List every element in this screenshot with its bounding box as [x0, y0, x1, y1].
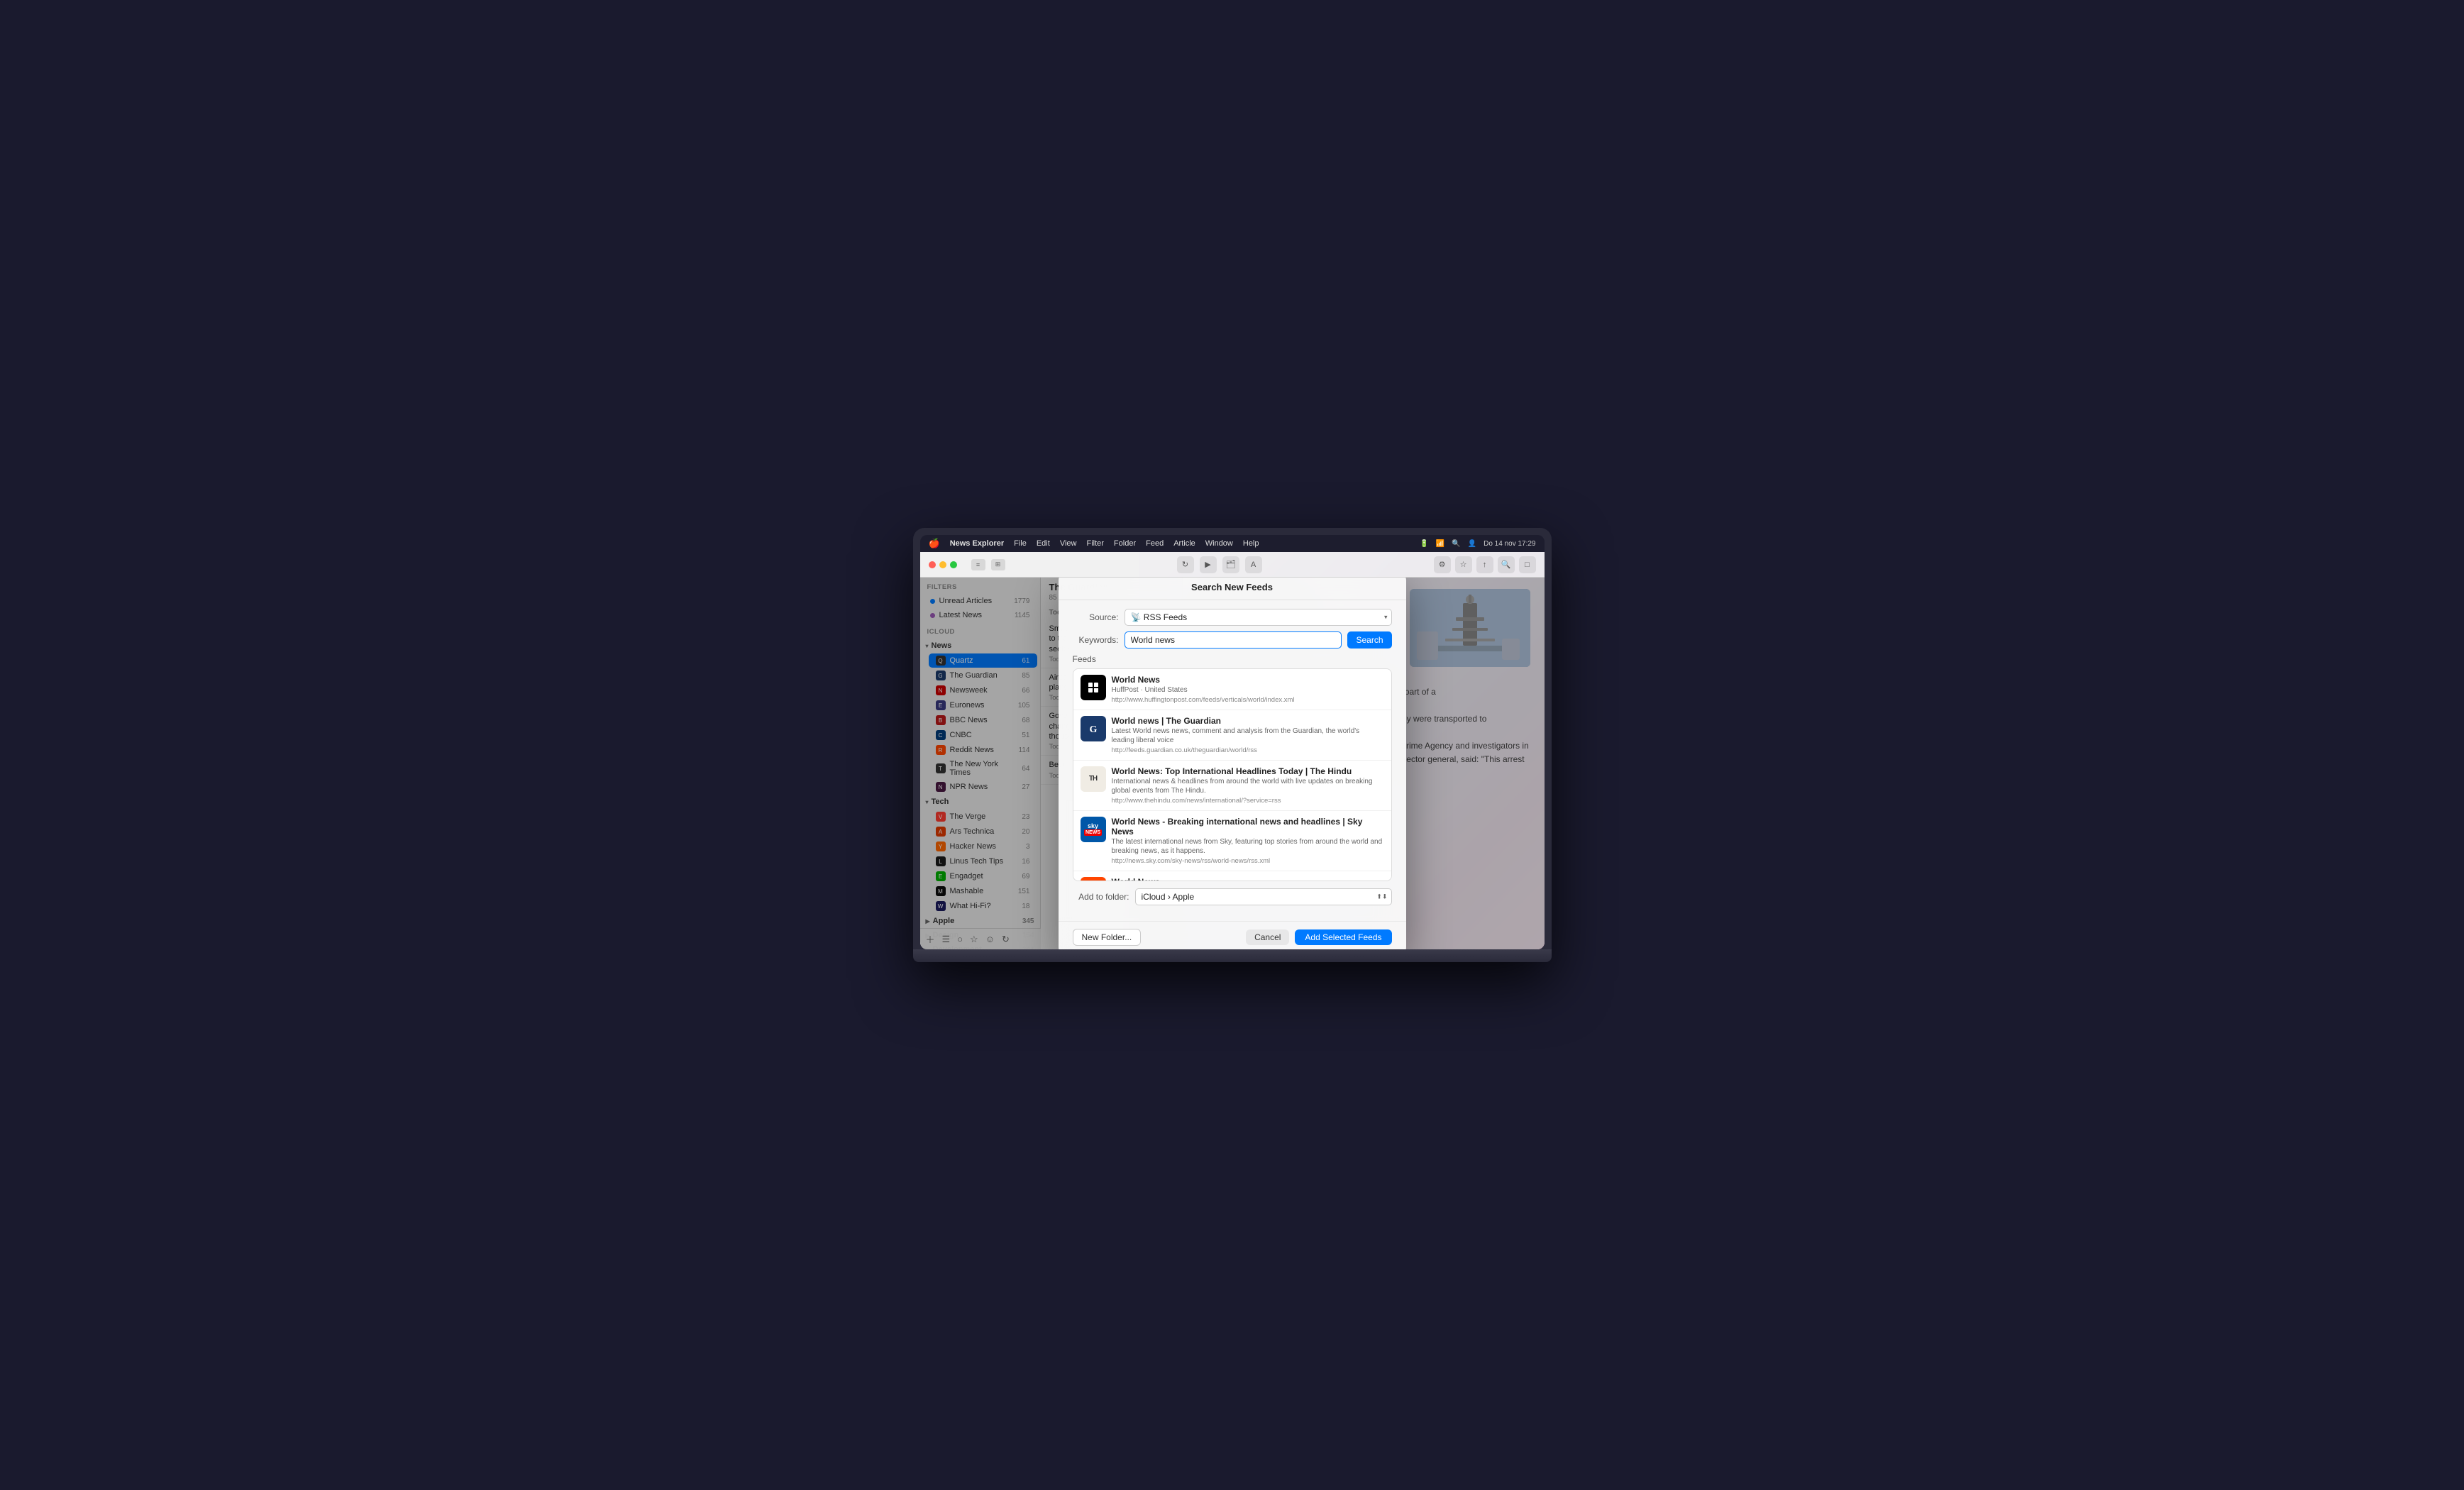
- laptop-shell: 🍎 News Explorer File Edit View Filter Fo…: [913, 528, 1552, 962]
- datetime-display: Do 14 nov 17:29: [1484, 540, 1535, 548]
- sidebar-toggle[interactable]: ≡: [971, 559, 985, 570]
- feed-desc-1: Latest World news news, comment and anal…: [1112, 727, 1384, 745]
- source-select-wrapper: 📡 RSS Feeds ▾: [1125, 609, 1392, 626]
- menu-window[interactable]: Window: [1205, 539, 1233, 548]
- feeds-section-label: Feeds: [1073, 654, 1392, 664]
- feed-name-1: World news | The Guardian: [1112, 716, 1384, 726]
- source-label: Source:: [1073, 612, 1119, 622]
- feed-item-4[interactable]: World News A place for major news from a…: [1073, 871, 1391, 881]
- modal-footer: New Folder... Cancel Add Selected Feeds: [1059, 921, 1406, 950]
- menu-edit[interactable]: Edit: [1037, 539, 1050, 548]
- feed-info-1: World news | The Guardian Latest World n…: [1112, 716, 1384, 754]
- menu-help[interactable]: Help: [1243, 539, 1259, 548]
- new-folder-button[interactable]: New Folder...: [1073, 929, 1142, 946]
- feed-item-0[interactable]: World News HuffPost · United States http…: [1073, 669, 1391, 710]
- feed-info-2: World News: Top International Headlines …: [1112, 766, 1384, 805]
- feed-item-2[interactable]: TH World News: Top International Headlin…: [1073, 761, 1391, 811]
- feed-icon-guardian: G: [1081, 716, 1106, 741]
- menu-folder[interactable]: Folder: [1114, 539, 1136, 548]
- modal-body: Source: 📡 RSS Feeds ▾ Keywo: [1059, 600, 1406, 921]
- search-feeds-modal: Search New Feeds Source: 📡 RSS Feeds ▾: [1059, 578, 1406, 949]
- feed-desc-3: The latest international news from Sky, …: [1112, 837, 1384, 856]
- feed-url-3: http://news.sky.com/sky-news/rss/world-n…: [1112, 857, 1384, 865]
- menubar: 🍎 News Explorer File Edit View Filter Fo…: [920, 535, 1545, 552]
- add-feeds-button[interactable]: Add Selected Feeds: [1295, 929, 1391, 945]
- apple-menu[interactable]: 🍎: [929, 538, 940, 549]
- fullscreen-button[interactable]: [950, 561, 957, 568]
- feed-info-0: World News HuffPost · United States http…: [1112, 675, 1384, 704]
- folder-row: Add to folder: iCloud › Apple ⬆⬇: [1073, 888, 1392, 905]
- feed-icon-sky: sky NEWS: [1081, 817, 1106, 842]
- folder-icon[interactable]: 🗂: [1222, 556, 1239, 573]
- keywords-row: Keywords: Search: [1073, 631, 1392, 649]
- menu-file[interactable]: File: [1014, 539, 1027, 548]
- feed-item-3[interactable]: sky NEWS World News - Breaking internati…: [1073, 811, 1391, 871]
- feed-source-0: HuffPost · United States: [1112, 685, 1384, 695]
- search-button[interactable]: Search: [1347, 631, 1391, 649]
- titlebar: ≡ ⊞ ↻ ▶ 🗂 A ⚙ ☆ ↑ 🔍 □: [920, 552, 1545, 578]
- star-icon[interactable]: ☆: [1455, 556, 1472, 573]
- source-row: Source: 📡 RSS Feeds ▾: [1073, 609, 1392, 626]
- refresh-icon[interactable]: ↻: [1177, 556, 1194, 573]
- cancel-button[interactable]: Cancel: [1246, 929, 1289, 945]
- svg-text:G: G: [1089, 724, 1097, 735]
- app-window: ≡ ⊞ ↻ ▶ 🗂 A ⚙ ☆ ↑ 🔍 □: [920, 552, 1545, 949]
- close-button[interactable]: [929, 561, 936, 568]
- battery-icon: 🔋: [1420, 540, 1428, 548]
- keywords-label: Keywords:: [1073, 635, 1119, 645]
- feeds-list[interactable]: World News HuffPost · United States http…: [1073, 668, 1392, 881]
- minimize-button[interactable]: [939, 561, 946, 568]
- feed-desc-2: International news & headlines from arou…: [1112, 777, 1384, 795]
- folder-label: Add to folder:: [1073, 892, 1129, 902]
- menu-filter[interactable]: Filter: [1086, 539, 1103, 548]
- modal-overlay: Search New Feeds Source: 📡 RSS Feeds ▾: [920, 578, 1545, 949]
- feed-name-3: World News - Breaking international news…: [1112, 817, 1384, 837]
- folder-select[interactable]: iCloud › Apple: [1135, 888, 1392, 905]
- feed-name-2: World News: Top International Headlines …: [1112, 766, 1384, 776]
- settings-icon[interactable]: ⚙: [1434, 556, 1451, 573]
- feed-url-0: http://www.huffingtonpost.com/feeds/vert…: [1112, 696, 1384, 704]
- grid-toggle[interactable]: ⊞: [991, 559, 1005, 570]
- search-icon-titlebar[interactable]: 🔍: [1498, 556, 1515, 573]
- folder-select-wrapper: iCloud › Apple ⬆⬇: [1135, 888, 1392, 905]
- share-icon[interactable]: ↑: [1476, 556, 1493, 573]
- modal-title: Search New Feeds: [1059, 578, 1406, 600]
- feed-item-1[interactable]: G World news | The Guardian Latest World…: [1073, 710, 1391, 761]
- menu-view[interactable]: View: [1060, 539, 1077, 548]
- feed-url-2: http://www.thehindu.com/news/internation…: [1112, 797, 1384, 805]
- main-content: Filters Unread Articles 1779 Latest News…: [920, 578, 1545, 949]
- menu-article[interactable]: Article: [1173, 539, 1195, 548]
- feed-icon-reddit: [1081, 877, 1106, 881]
- keywords-input[interactable]: [1125, 631, 1342, 649]
- app-name: News Explorer: [950, 539, 1004, 548]
- user-icon: 👤: [1468, 540, 1476, 548]
- feed-name-0: World News: [1112, 675, 1384, 685]
- search-icon-menubar[interactable]: 🔍: [1452, 540, 1460, 548]
- sidebar-right-toggle[interactable]: □: [1519, 556, 1536, 573]
- laptop-base: [913, 949, 1552, 962]
- feed-info-4: World News A place for major news from a…: [1112, 877, 1384, 881]
- source-select[interactable]: 📡 RSS Feeds: [1125, 609, 1392, 626]
- feed-info-3: World News - Breaking international news…: [1112, 817, 1384, 865]
- feed-name-4: World News: [1112, 877, 1384, 881]
- video-icon[interactable]: ▶: [1200, 556, 1217, 573]
- feed-url-1: http://feeds.guardian.co.uk/theguardian/…: [1112, 746, 1384, 754]
- font-icon[interactable]: A: [1245, 556, 1262, 573]
- feed-icon-hindu: TH: [1081, 766, 1106, 792]
- feed-icon-huffpost: [1081, 675, 1106, 700]
- laptop-screen: 🍎 News Explorer File Edit View Filter Fo…: [920, 535, 1545, 949]
- traffic-lights: [929, 561, 957, 568]
- menu-feed[interactable]: Feed: [1146, 539, 1164, 548]
- wifi-icon: 📶: [1436, 540, 1444, 548]
